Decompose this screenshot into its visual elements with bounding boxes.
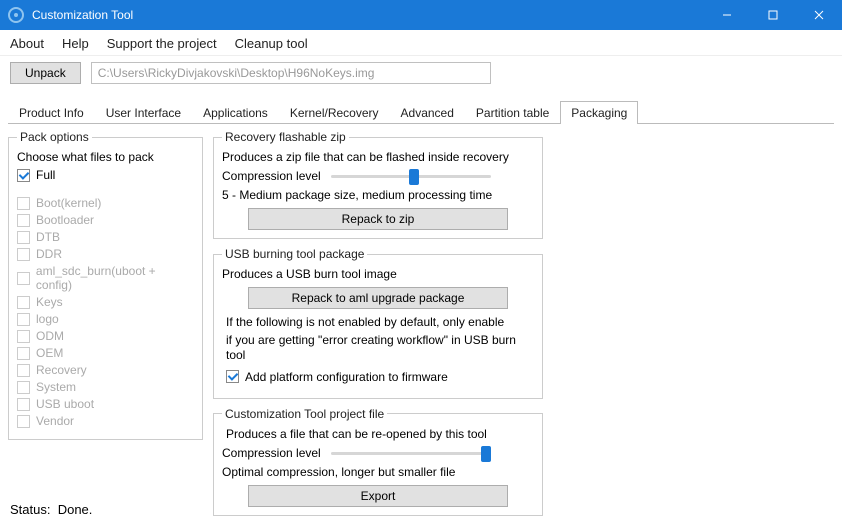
checkbox-logo <box>17 313 30 326</box>
pack-subtitle: Choose what files to pack <box>17 150 194 164</box>
pack-boot-row: Boot(kernel) <box>17 196 194 210</box>
flashable-slider[interactable] <box>331 168 491 184</box>
project-legend: Customization Tool project file <box>222 407 387 421</box>
pack-options-group: Pack options Choose what files to pack F… <box>8 130 203 440</box>
repack-zip-button[interactable]: Repack to zip <box>248 208 508 230</box>
usb-note-1: If the following is not enabled by defau… <box>226 315 530 331</box>
menu-about[interactable]: About <box>10 36 44 51</box>
titlebar: Customization Tool <box>0 0 842 30</box>
add-platform-row[interactable]: Add platform configuration to firmware <box>226 370 530 384</box>
flashable-legend: Recovery flashable zip <box>222 130 349 144</box>
project-file-group: Customization Tool project file Produces… <box>213 407 543 516</box>
pack-full-row[interactable]: Full <box>17 168 194 182</box>
checkbox-odm <box>17 330 30 343</box>
close-button[interactable] <box>796 0 842 30</box>
tab-advanced[interactable]: Advanced <box>390 101 465 124</box>
usb-desc: Produces a USB burn tool image <box>222 267 534 281</box>
tab-user-interface[interactable]: User Interface <box>95 101 192 124</box>
pack-dtb-row: DTB <box>17 230 194 244</box>
flashable-comp-desc: 5 - Medium package size, medium processi… <box>222 188 534 202</box>
menu-help[interactable]: Help <box>62 36 89 51</box>
checkbox-full[interactable] <box>17 169 30 182</box>
menubar: About Help Support the project Cleanup t… <box>0 30 842 56</box>
menu-support[interactable]: Support the project <box>107 36 217 51</box>
tab-bar: Product Info User Interface Applications… <box>8 100 834 123</box>
pack-amlsdc-row: aml_sdc_burn(uboot + config) <box>17 264 194 292</box>
checkbox-ddr <box>17 248 30 261</box>
pack-vendor-row: Vendor <box>17 414 194 428</box>
checkbox-dtb <box>17 231 30 244</box>
checkbox-vendor <box>17 415 30 428</box>
checkbox-recovery <box>17 364 30 377</box>
usb-note-2: if you are getting "error creating workf… <box>226 333 530 364</box>
checkbox-keys <box>17 296 30 309</box>
checkbox-amlsdc <box>17 272 30 285</box>
tab-kernel-recovery[interactable]: Kernel/Recovery <box>279 101 390 124</box>
checkbox-bootloader <box>17 214 30 227</box>
pack-bootloader-row: Bootloader <box>17 213 194 227</box>
unpack-button[interactable]: Unpack <box>10 62 81 84</box>
window-controls <box>704 0 842 30</box>
pack-options-legend: Pack options <box>17 130 92 144</box>
checkbox-system <box>17 381 30 394</box>
flashable-desc: Produces a zip file that can be flashed … <box>222 150 534 164</box>
checkbox-usbuboot <box>17 398 30 411</box>
checkbox-oem <box>17 347 30 360</box>
project-slider[interactable] <box>331 445 491 461</box>
pack-keys-row: Keys <box>17 295 194 309</box>
usb-legend: USB burning tool package <box>222 247 367 261</box>
pack-usbuboot-row: USB uboot <box>17 397 194 411</box>
content-area: Pack options Choose what files to pack F… <box>0 124 842 526</box>
project-desc: Produces a file that can be re-opened by… <box>226 427 534 441</box>
pack-oem-row: OEM <box>17 346 194 360</box>
tab-partition-table[interactable]: Partition table <box>465 101 560 124</box>
pack-odm-row: ODM <box>17 329 194 343</box>
status-label: Status: <box>10 502 50 517</box>
project-comp-desc: Optimal compression, longer but smaller … <box>222 465 534 479</box>
toolbar: Unpack C:\Users\RickyDivjakovski\Desktop… <box>0 56 842 90</box>
flashable-zip-group: Recovery flashable zip Produces a zip fi… <box>213 130 543 239</box>
status-value: Done. <box>58 502 93 517</box>
tab-applications[interactable]: Applications <box>192 101 279 124</box>
maximize-button[interactable] <box>750 0 796 30</box>
usb-burning-group: USB burning tool package Produces a USB … <box>213 247 543 399</box>
pack-logo-row: logo <box>17 312 194 326</box>
app-icon <box>8 7 24 23</box>
tab-product-info[interactable]: Product Info <box>8 101 95 124</box>
export-button[interactable]: Export <box>248 485 508 507</box>
project-comp-label: Compression level <box>222 446 321 460</box>
repack-aml-button[interactable]: Repack to aml upgrade package <box>248 287 508 309</box>
pack-ddr-row: DDR <box>17 247 194 261</box>
status-bar: Status: Done. <box>10 502 92 517</box>
menu-cleanup[interactable]: Cleanup tool <box>235 36 308 51</box>
pack-system-row: System <box>17 380 194 394</box>
image-path-field[interactable]: C:\Users\RickyDivjakovski\Desktop\H96NoK… <box>91 62 491 84</box>
tab-packaging[interactable]: Packaging <box>560 101 638 124</box>
checkbox-add-platform[interactable] <box>226 370 239 383</box>
window-title: Customization Tool <box>32 8 704 22</box>
pack-recovery-row: Recovery <box>17 363 194 377</box>
flashable-comp-label: Compression level <box>222 169 321 183</box>
minimize-button[interactable] <box>704 0 750 30</box>
checkbox-boot <box>17 197 30 210</box>
